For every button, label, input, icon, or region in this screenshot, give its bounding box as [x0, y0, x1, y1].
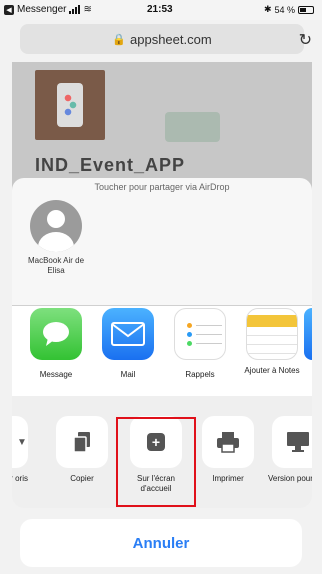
- action-label: Copier: [70, 474, 94, 483]
- highlight-box: [116, 417, 196, 507]
- action-print[interactable]: Imprimer: [198, 416, 258, 484]
- action-label: er oris: [12, 474, 28, 483]
- reload-icon[interactable]: ↻: [299, 30, 312, 50]
- action-label: Imprimer: [212, 474, 244, 483]
- address-bar[interactable]: 🔒 appsheet.com: [20, 24, 304, 54]
- back-arrow-icon[interactable]: ◀: [4, 4, 14, 15]
- clock: 21:53: [147, 4, 173, 15]
- messages-icon: [30, 308, 82, 360]
- mail-icon: [102, 308, 154, 360]
- share-app-notes[interactable]: Ajouter à Notes: [242, 308, 302, 376]
- desktop-icon: [272, 416, 312, 468]
- avatar: [30, 200, 82, 252]
- print-icon: [202, 416, 254, 468]
- lock-icon: 🔒: [112, 33, 127, 46]
- battery-icon: [298, 5, 314, 14]
- action-label: Version pour bureau du site: [268, 474, 312, 483]
- action-copy[interactable]: Copier: [52, 416, 112, 484]
- back-app-label[interactable]: Messenger: [17, 4, 66, 15]
- status-left: ◀ Messenger ≋: [4, 4, 92, 15]
- signal-icon: [69, 5, 81, 14]
- share-app-label: Mail: [120, 370, 136, 379]
- decorative-illustration: [165, 112, 220, 142]
- share-app-reminders[interactable]: Rappels: [170, 308, 230, 380]
- airdrop-hint: Toucher pour partager via AirDrop: [94, 182, 230, 192]
- share-app-label: Rappels: [185, 370, 215, 379]
- action-desktop-version[interactable]: Version pour bureau du site: [268, 416, 312, 484]
- wifi-icon: ≋: [83, 4, 92, 15]
- battery-percent: 54 %: [274, 4, 295, 15]
- reminders-icon: [174, 308, 226, 360]
- airdrop-device[interactable]: MacBook Air de Elisa: [26, 200, 86, 276]
- share-sheet: Toucher pour partager via AirDrop MacBoo…: [12, 178, 312, 508]
- action-partial[interactable]: ▼ er oris: [12, 416, 32, 484]
- share-app-mail[interactable]: Mail: [98, 308, 158, 380]
- partial-action-icon: ▼: [12, 416, 28, 468]
- url-text: appsheet.com: [130, 31, 212, 47]
- copy-icon: [56, 416, 108, 468]
- share-app-label: Ajouter à Notes: [244, 366, 300, 375]
- page-title: IND_Event_APP: [35, 155, 186, 175]
- bluetooth-icon: ✱: [263, 4, 272, 14]
- cancel-button[interactable]: Annuler: [20, 519, 302, 567]
- airdrop-device-name: MacBook Air de Elisa: [27, 256, 85, 275]
- status-bar: ◀ Messenger ≋ 21:53 ✱ 54 %: [0, 0, 322, 20]
- notes-icon: [246, 308, 298, 360]
- next-app-icon[interactable]: [304, 308, 312, 360]
- status-right: ✱ 54 %: [264, 4, 314, 15]
- share-app-label: Message: [39, 370, 73, 379]
- app-preview-image: [35, 70, 105, 140]
- share-app-message[interactable]: Message: [26, 308, 86, 380]
